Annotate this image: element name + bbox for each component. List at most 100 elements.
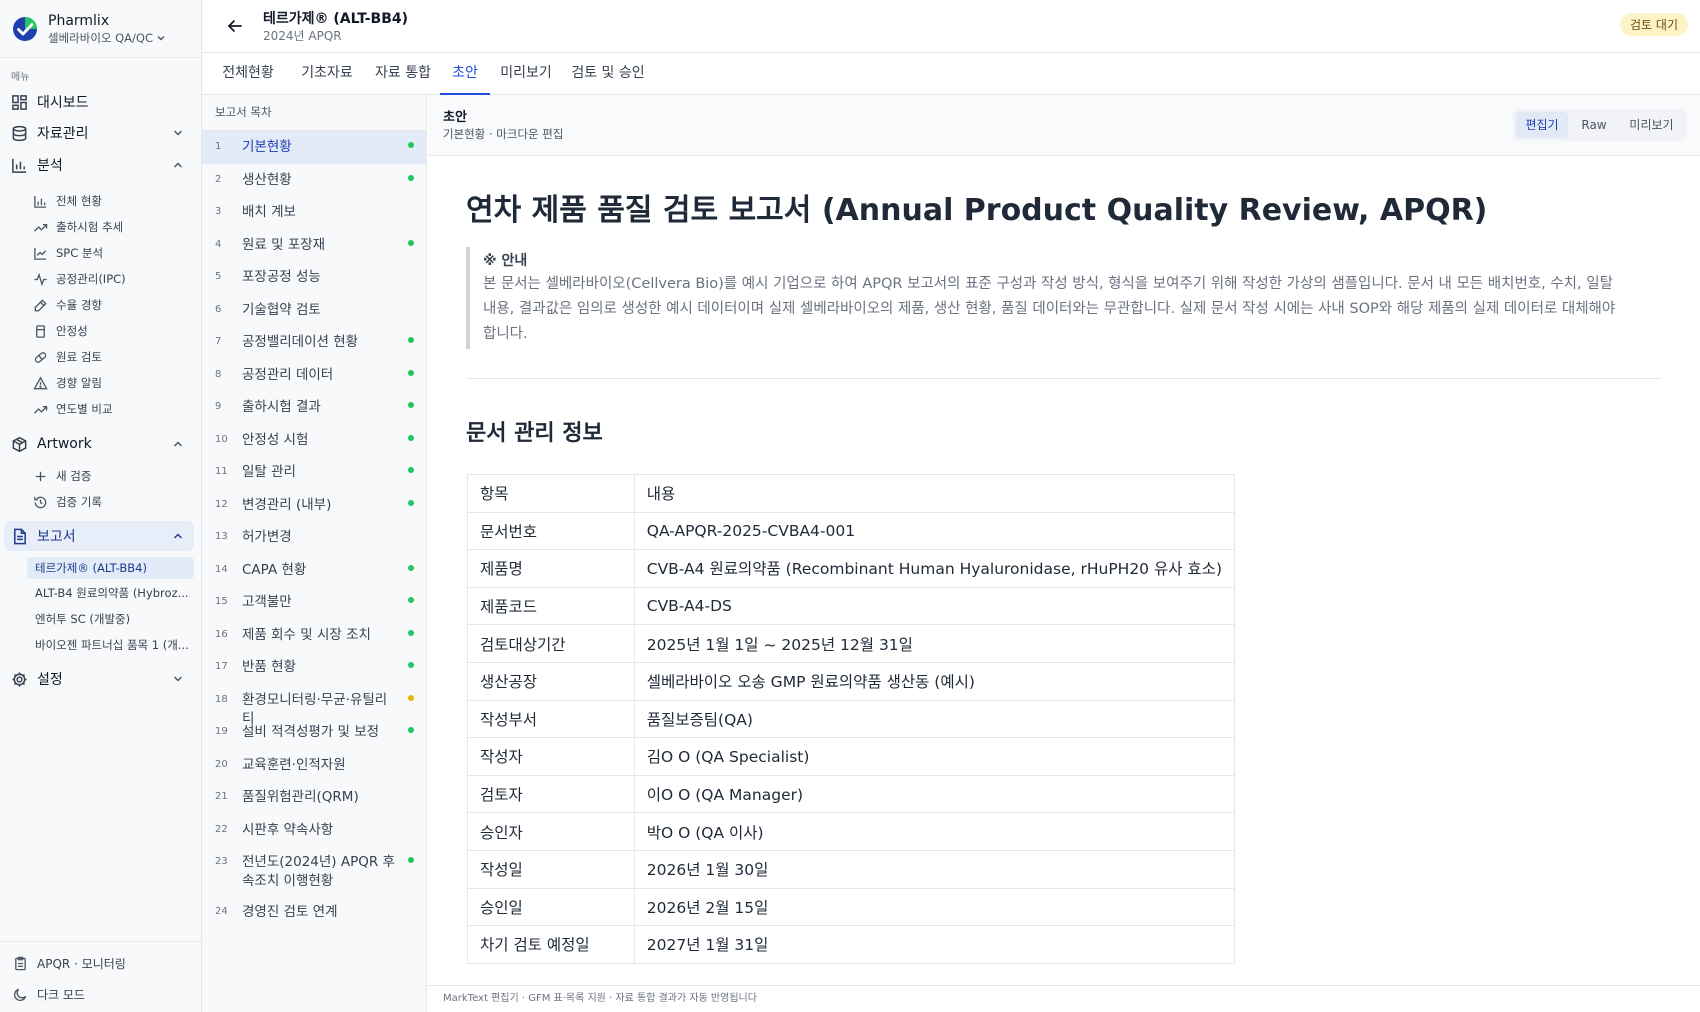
- sidebar-subitem-ipc[interactable]: 공정관리(IPC): [33, 268, 126, 290]
- toc-item[interactable]: 8 공정관리 데이터: [202, 359, 426, 392]
- report-item-enhertu-sc[interactable]: 엔허투 SC (개발중): [27, 608, 194, 630]
- toc-item-number: 1: [215, 141, 222, 152]
- toc-item[interactable]: 5 포장공정 성능: [202, 261, 426, 294]
- toc-item-number: 2: [215, 173, 222, 185]
- toc-item[interactable]: 14 CAPA 현황: [202, 554, 426, 587]
- sidebar-subitem-trend-alert[interactable]: 경향 알림: [33, 372, 102, 394]
- editor-footer: MarkText 편집기 · GFM 표·목록 지원 · 자료 통합 결과가 자…: [428, 985, 1700, 1012]
- table-cell-value: 박O O (QA 이사): [633, 812, 1236, 851]
- sidebar-item-label: 자료관리: [37, 126, 89, 142]
- mode-raw-button[interactable]: Raw: [1571, 112, 1617, 138]
- table-row: 제품코드 CVB-A4-DS: [467, 586, 1236, 626]
- toc-item-number: 4: [215, 238, 222, 250]
- table-cell-key: 작성자: [467, 737, 635, 776]
- toc-item-number: 20: [215, 758, 228, 770]
- toc-item[interactable]: 21 품질위험관리(QRM): [202, 781, 426, 814]
- chevron-up-icon: [173, 533, 183, 539]
- toc-item[interactable]: 9 출하시험 결과: [202, 391, 426, 424]
- sidebar-subitem-new-verification[interactable]: 새 검증: [33, 465, 91, 487]
- sidebar-divider: [0, 57, 202, 58]
- mode-preview-button[interactable]: 미리보기: [1619, 112, 1684, 138]
- toc-item[interactable]: 18 환경모니터링·무균·유틸리티: [202, 684, 426, 727]
- sidebar-subitem-yield[interactable]: 수율 경향: [33, 294, 102, 316]
- toc-item[interactable]: 6 기술협약 검토: [202, 294, 426, 327]
- toc-item[interactable]: 1 기본현황: [202, 131, 426, 164]
- toc-item[interactable]: 17 반품 현황: [202, 651, 426, 684]
- mode-editor-button[interactable]: 편집기: [1516, 112, 1568, 138]
- table-cell-key: 검토대상기간: [467, 624, 635, 663]
- sidebar-subitem-verification-history[interactable]: 검증 기록: [33, 491, 102, 513]
- table-cell-key: 제품코드: [467, 586, 635, 626]
- toc-item[interactable]: 7 공정밸리데이션 현황: [202, 326, 426, 359]
- table-cell-key: 생산공장: [467, 661, 635, 701]
- tab-base-data[interactable]: 기초자료: [299, 53, 355, 95]
- sidebar-subitem-release-trend[interactable]: 출하시험 추세: [33, 216, 123, 238]
- status-badge: 검토 대기: [1620, 13, 1688, 36]
- chevron-up-icon: [173, 162, 183, 168]
- sidebar-item-dashboard[interactable]: 대시보드: [4, 87, 194, 117]
- brand-switcher[interactable]: Pharmlix 셀베라바이오 QA/QC: [12, 11, 197, 47]
- tab-draft[interactable]: 초안: [440, 53, 490, 95]
- toc-item[interactable]: 24 경영진 검토 연계: [202, 896, 426, 929]
- toc-item-label: 시판후 약속사항: [242, 821, 334, 838]
- table-cell-value: CVB-A4 원료의약품 (Recombinant Human Hyaluron…: [633, 549, 1236, 588]
- report-item-biogen-partnership[interactable]: 바이오젠 파트너십 품목 1 (개...: [27, 634, 194, 656]
- toc-item[interactable]: 2 생산현황: [202, 164, 426, 197]
- toc-item-number: 10: [215, 433, 228, 445]
- toc-item[interactable]: 12 변경관리 (내부): [202, 489, 426, 522]
- sidebar-subitem-overview[interactable]: 전체 현황: [33, 190, 102, 212]
- sidebar-item-analysis[interactable]: 분석: [4, 150, 194, 180]
- sidebar-item-settings[interactable]: 설정: [4, 664, 194, 694]
- toc-item[interactable]: 19 설비 적격성평가 및 보정: [202, 716, 426, 749]
- toc-item[interactable]: 15 고객불만: [202, 586, 426, 619]
- tab-overview[interactable]: 전체현황: [217, 53, 279, 95]
- sidebar-subitem-stability[interactable]: 안정성: [33, 320, 88, 342]
- sidebar-subitem-spc[interactable]: SPC 분석: [33, 242, 103, 264]
- sidebar-subitem-label: SPC 분석: [56, 246, 104, 260]
- table-row: 검토자 이O O (QA Manager): [467, 774, 1236, 814]
- toc-item[interactable]: 10 안정성 시험: [202, 424, 426, 457]
- table-cell-key: 항목: [467, 474, 635, 513]
- toc-item[interactable]: 20 교육훈련·인적자원: [202, 749, 426, 782]
- sidebar-item-data-management[interactable]: 자료관리: [4, 118, 194, 148]
- tab-review-approval[interactable]: 검토 및 승인: [570, 53, 646, 95]
- tab-preview[interactable]: 미리보기: [497, 53, 555, 95]
- toc-item-label: 교육훈련·인적자원: [242, 756, 346, 773]
- status-complete-dot: [408, 564, 414, 571]
- sidebar-subitem-yearly-compare[interactable]: 연도별 비교: [33, 398, 113, 420]
- toc-item[interactable]: 13 허가변경: [202, 521, 426, 554]
- apqr-monitoring-link[interactable]: APQR · 모니터링: [13, 953, 126, 973]
- notice-text: 본 문서는 셀베라바이오(Cellvera Bio)를 예시 기업으로 하여 A…: [483, 276, 1616, 342]
- toc-item[interactable]: 11 일탈 관리: [202, 456, 426, 489]
- sidebar-footer-divider: [0, 941, 202, 942]
- toc-item-number: 22: [215, 823, 228, 835]
- toc-item[interactable]: 3 배치 계보: [202, 196, 426, 229]
- sidebar-item-label: 대시보드: [37, 95, 89, 111]
- toc-item-number: 15: [215, 596, 228, 607]
- toc-item[interactable]: 23 전년도(2024년) APQR 후속조치 이행현황: [202, 846, 426, 894]
- sidebar-item-artwork[interactable]: Artwork: [4, 429, 194, 459]
- notice-blockquote: ※ 안내 본 문서는 셀베라바이오(Cellvera Bio)를 예시 기업으로…: [466, 247, 1616, 349]
- toc-item[interactable]: 16 제품 회수 및 시장 조치: [202, 619, 426, 652]
- toc-item[interactable]: 4 원료 및 포장재: [202, 229, 426, 262]
- table-row: 승인일 2026년 2월 15일: [467, 887, 1236, 927]
- tab-data-integration[interactable]: 자료 통합: [372, 53, 434, 95]
- status-complete-dot: [408, 662, 414, 668]
- flask-icon: [36, 324, 45, 338]
- table-cell-value: 김O O (QA Specialist): [633, 737, 1236, 776]
- toc-item[interactable]: 22 시판후 약속사항: [202, 814, 426, 847]
- table-cell-value: 2026년 2월 15일: [633, 887, 1236, 927]
- dark-mode-toggle[interactable]: 다크 모드: [13, 984, 85, 1004]
- sidebar-subitem-raw-material[interactable]: 원료 검토: [33, 346, 102, 368]
- toc-title: 보고서 목차: [202, 95, 426, 131]
- table-row: 차기 검토 예정일 2027년 1월 31일: [467, 925, 1236, 964]
- pharmlix-logo-icon: [13, 17, 37, 41]
- report-item-alt-b4[interactable]: ALT-B4 원료의약품 (Hybroz...: [27, 582, 194, 604]
- editor-header: 초안 기본현황 · 마크다운 편집 편집기 Raw 미리보기: [428, 95, 1700, 156]
- document-heading: 연차 제품 품질 검토 보고서 (Annual Product Quality …: [466, 193, 1488, 228]
- org-selector[interactable]: 셀베라바이오 QA/QC: [48, 30, 166, 46]
- back-arrow-icon[interactable]: [226, 17, 244, 35]
- report-item-tergase[interactable]: 테르가제® (ALT-BB4): [27, 557, 194, 579]
- markdown-editor[interactable]: 연차 제품 품질 검토 보고서 (Annual Product Quality …: [428, 157, 1700, 978]
- sidebar-item-reports[interactable]: 보고서: [4, 521, 194, 551]
